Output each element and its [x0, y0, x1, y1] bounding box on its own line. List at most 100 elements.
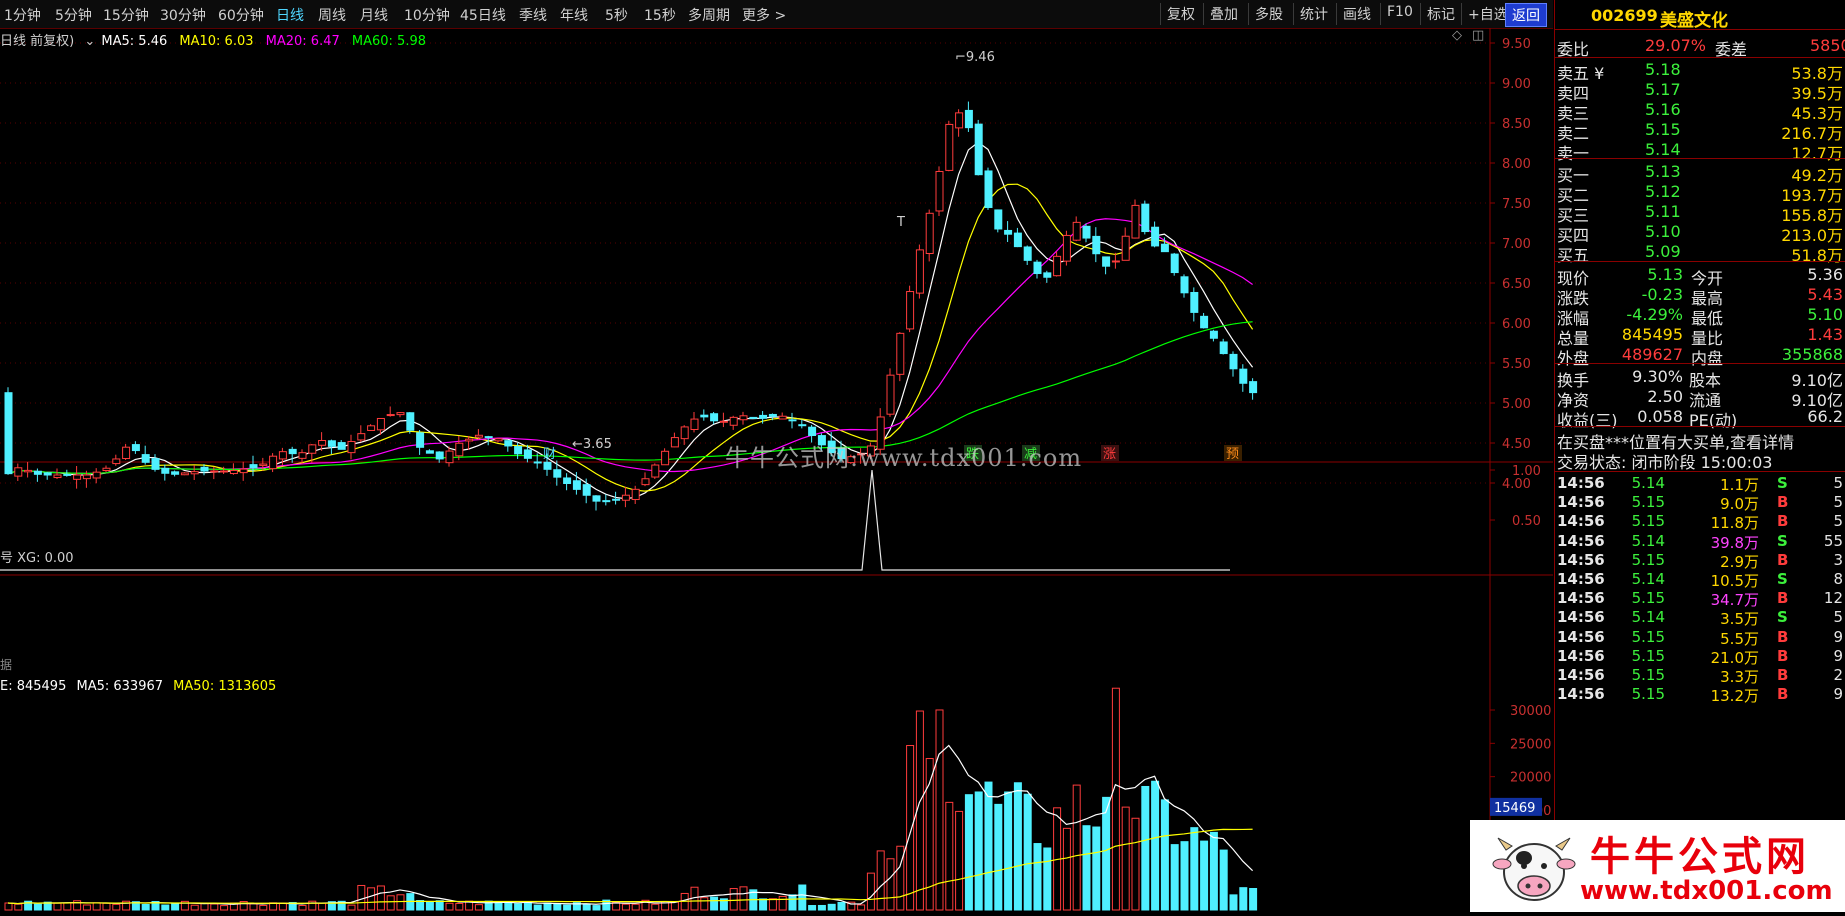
price-tick-label: 5.50	[1502, 357, 1531, 372]
volume-bar	[53, 902, 62, 911]
diamond-icon[interactable]: ◇	[1452, 28, 1462, 43]
period-tab-8[interactable]: 10分钟	[404, 5, 450, 25]
candle-body	[925, 212, 934, 254]
divider	[1555, 158, 1845, 159]
tick-side: B	[1777, 493, 1789, 512]
volume-bar	[1180, 841, 1189, 911]
period-tab-15[interactable]: 更多 >	[742, 5, 786, 25]
toolbar-button-6[interactable]: 标记	[1420, 3, 1461, 25]
volume-bar	[955, 810, 964, 911]
period-tab-0[interactable]: 1分钟	[4, 5, 41, 25]
toolbar-button-4[interactable]: 画线	[1336, 3, 1377, 25]
period-tab-6[interactable]: 周线	[318, 5, 346, 25]
volume-bar	[945, 801, 954, 911]
volume-bar	[33, 903, 42, 911]
candle-body	[1033, 261, 1042, 275]
tick-volume: 13.2万	[1710, 687, 1759, 706]
volume-bar	[582, 903, 591, 911]
volume-bar	[200, 902, 209, 911]
volume-bar	[808, 905, 817, 911]
candle-body	[994, 209, 1003, 230]
weicha-value: 5850	[1810, 36, 1845, 55]
period-tab-12[interactable]: 5秒	[605, 5, 628, 25]
volume-bar	[112, 903, 121, 911]
period-tab-1[interactable]: 5分钟	[55, 5, 92, 25]
volume-bar	[318, 902, 327, 911]
chevron-down-icon[interactable]: ⌄	[84, 34, 95, 49]
volume-bar	[63, 902, 72, 911]
candle-body	[670, 437, 679, 448]
toolbar-button-8[interactable]: 返回	[1505, 3, 1547, 27]
tick-time: 14:56	[1557, 666, 1605, 684]
volume-bar	[298, 905, 307, 911]
tick-volume: 5.5万	[1720, 629, 1759, 648]
volume-bar	[906, 745, 915, 911]
high-price-label: ⌐9.46	[955, 50, 995, 65]
volume-bar	[1249, 887, 1258, 911]
volume-bar	[817, 904, 826, 911]
price-tick-label: 5.00	[1502, 397, 1531, 412]
period-tab-7[interactable]: 月线	[360, 5, 388, 25]
volume-bar	[964, 794, 973, 911]
event-marker: 财	[543, 447, 556, 462]
period-toolbar: 1分钟 5分钟 15分钟 30分钟 60分钟 日线 周线 月线 10分钟 45日线 季线 年线 5秒 15…	[0, 0, 1553, 29]
volume-bar	[249, 903, 258, 911]
candle-body	[43, 472, 52, 476]
period-tab-10[interactable]: 季线	[519, 5, 547, 25]
candle-body	[955, 112, 964, 129]
chart-name: 日线 前复权)	[0, 34, 75, 49]
volume-bar	[474, 904, 483, 911]
candle-body	[602, 500, 611, 503]
tick-count: 5	[1833, 493, 1843, 512]
candle-body	[367, 425, 376, 431]
period-tab-13[interactable]: 15秒	[644, 5, 676, 25]
candle-body	[425, 450, 434, 454]
quote-panel: 002699美盛文化委比29.07%委差5850卖五 ¥5.1853.8万卖四5…	[1554, 0, 1845, 912]
ask-price: 5.16	[1645, 100, 1681, 119]
main-legend: 日线 前复权) ⌄ MA5: 5.46 MA10: 6.03 MA20: 6.4…	[0, 30, 426, 49]
tick-volume: 2.9万	[1720, 552, 1759, 571]
toolbar-button-2[interactable]: 多股	[1248, 3, 1289, 25]
volume-bar	[935, 709, 944, 911]
period-tab-14[interactable]: 多周期	[688, 5, 730, 25]
toolbar-button-1[interactable]: 叠加	[1203, 3, 1244, 25]
toolbar-button-0[interactable]: 复权	[1160, 3, 1201, 25]
candle-body	[1249, 381, 1258, 394]
period-tab-2[interactable]: 15分钟	[103, 5, 149, 25]
quote-value-2: 355868	[1781, 345, 1843, 364]
period-tab-3[interactable]: 30分钟	[160, 5, 206, 25]
tick-side: S	[1777, 474, 1788, 492]
ask-row: 卖一 5.14 12.7万	[1555, 140, 1845, 164]
tick-volume: 10.5万	[1710, 572, 1759, 590]
period-tab-9[interactable]: 45日线	[460, 5, 506, 25]
candle-body	[621, 494, 630, 501]
period-tab-4[interactable]: 60分钟	[218, 5, 264, 25]
price-tick-label: 6.50	[1502, 277, 1531, 292]
candle-body	[1023, 246, 1032, 261]
volume-bar	[1190, 827, 1199, 911]
panel-toggle-icon[interactable]: ◫	[1472, 28, 1484, 43]
tick-price: 5.15	[1631, 685, 1665, 704]
candle-body	[210, 470, 219, 473]
t-marker: T	[896, 215, 905, 230]
candle-body	[122, 446, 131, 460]
volume-bar	[886, 858, 895, 911]
candle-body	[661, 450, 670, 466]
candle-body	[543, 461, 552, 470]
tick-price: 5.14	[1631, 570, 1665, 588]
period-tab-5[interactable]: 日线	[276, 5, 304, 25]
toolbar-button-3[interactable]: 统计	[1293, 3, 1334, 25]
volume-bar	[974, 791, 983, 911]
candle-body	[347, 440, 356, 454]
candle-body	[592, 495, 601, 502]
period-tab-11[interactable]: 年线	[560, 5, 588, 25]
fund-value: 9.30%	[1632, 367, 1683, 386]
ask-price: 5.17	[1645, 80, 1681, 99]
candle-body	[984, 170, 993, 208]
ask-label: 卖一	[1557, 144, 1590, 163]
fund-value-2: 66.2	[1807, 407, 1843, 426]
toolbar-button-5[interactable]: F10	[1380, 3, 1419, 25]
price-tick-label: 8.00	[1502, 157, 1531, 172]
quote-value: 489627	[1621, 345, 1683, 364]
volume-bar	[778, 895, 787, 911]
